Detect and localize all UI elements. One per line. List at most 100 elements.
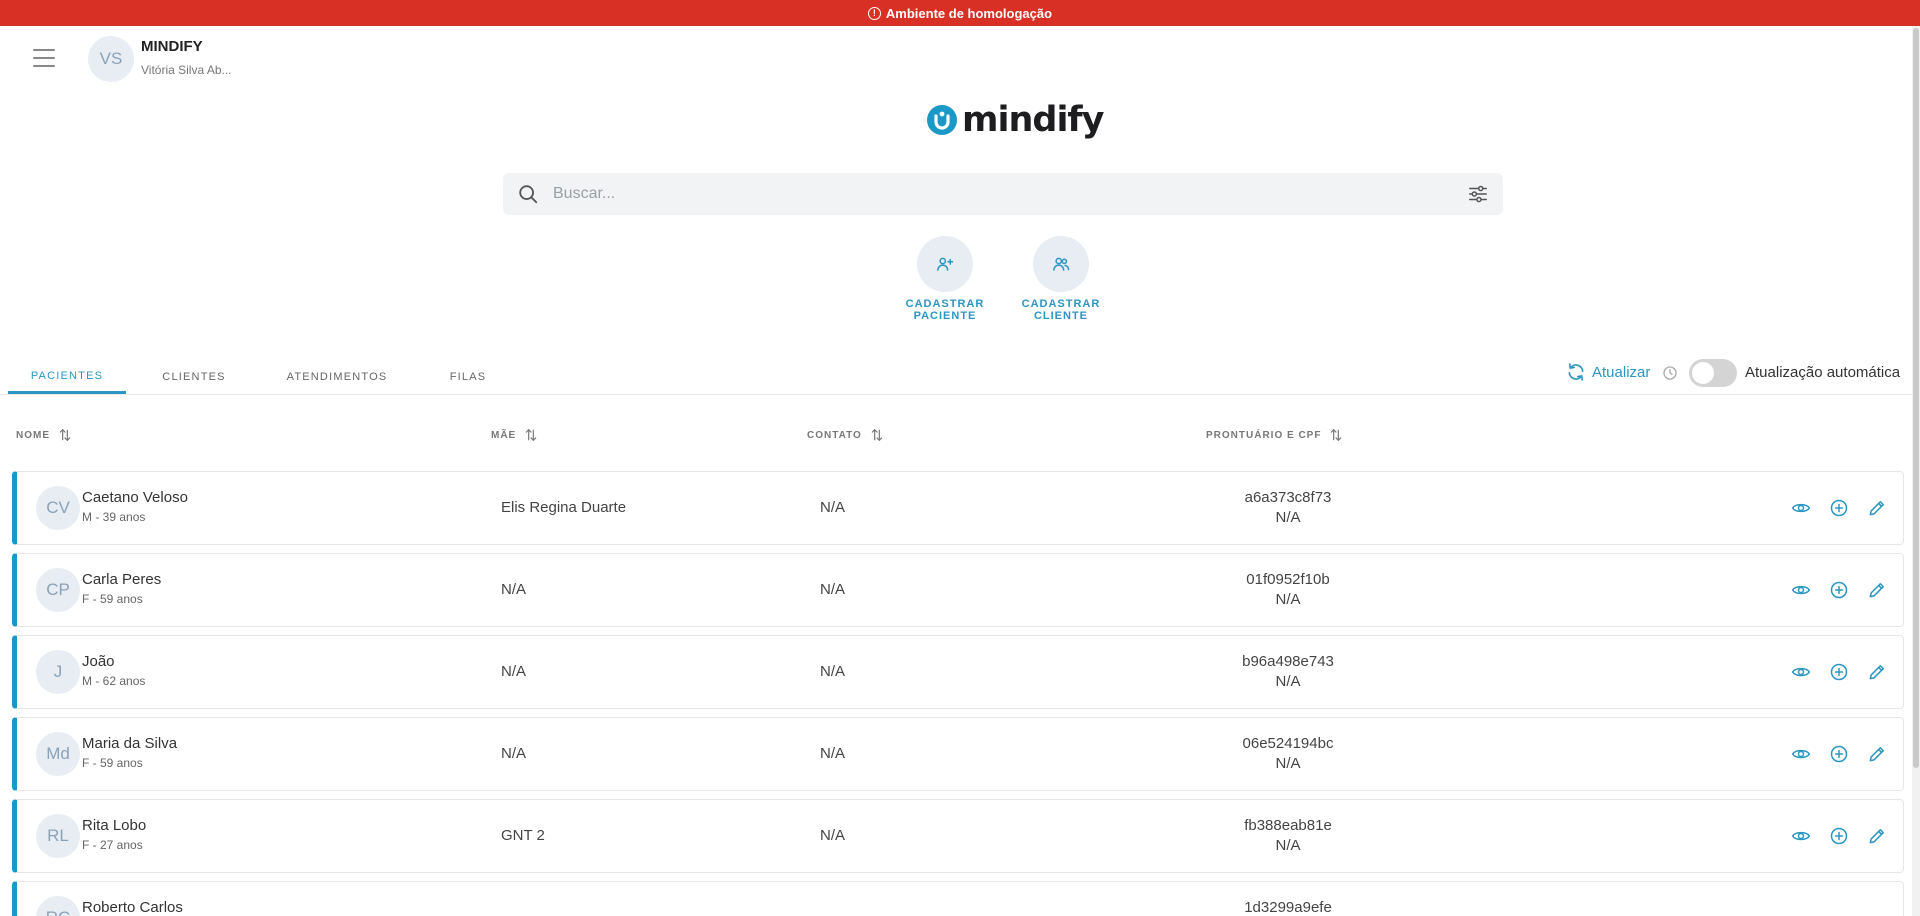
user-name: Vitória Silva Ab...: [141, 63, 232, 77]
view-icon[interactable]: [1791, 744, 1811, 764]
patient-contact: N/A: [820, 827, 846, 844]
column-header-nome[interactable]: NOME: [16, 428, 72, 442]
patient-row[interactable]: RC Roberto Carlos 1d3299a9efe: [12, 881, 1904, 916]
search-bar: [503, 173, 1503, 215]
refresh-label: Atualizar: [1592, 363, 1651, 381]
environment-banner: ! Ambiente de homologação: [0, 0, 1920, 26]
row-actions: [1791, 744, 1887, 764]
add-circle-icon[interactable]: [1829, 826, 1849, 846]
view-icon[interactable]: [1791, 662, 1811, 682]
edit-icon[interactable]: [1867, 826, 1887, 846]
patient-contact: N/A: [820, 745, 846, 762]
patient-row[interactable]: CV Caetano Veloso M - 39 anos Elis Regin…: [12, 471, 1904, 545]
patient-contact: N/A: [820, 663, 846, 680]
patient-avatar: RC: [36, 896, 80, 916]
record-cpf: N/A: [1275, 837, 1301, 854]
patient-row[interactable]: J João M - 62 anos N/A N/A b96a498e743 N/…: [12, 635, 1904, 709]
add-circle-icon[interactable]: [1829, 744, 1849, 764]
patient-record: b96a498e743 N/A: [1113, 652, 1463, 692]
patient-contact: N/A: [820, 499, 846, 516]
record-cpf: N/A: [1275, 591, 1301, 608]
search-input[interactable]: [553, 185, 1467, 203]
logo-wordmark: mindify: [962, 100, 1104, 140]
search-icon: [519, 185, 538, 204]
register-patient-label: CADASTRAR PACIENTE: [905, 298, 985, 322]
register-client-button[interactable]: CADASTRAR CLIENTE: [1011, 236, 1111, 322]
edit-icon[interactable]: [1867, 498, 1887, 518]
patient-record: a6a373c8f73 N/A: [1113, 488, 1463, 528]
patient-name: Carla Peres: [82, 571, 162, 588]
patient-avatar: CV: [36, 486, 80, 530]
register-patient-circle[interactable]: [917, 236, 973, 292]
patient-mother: N/A: [501, 581, 527, 598]
patient-info: F - 27 anos: [82, 838, 143, 852]
edit-icon[interactable]: [1867, 662, 1887, 682]
patient-name: Roberto Carlos: [82, 899, 183, 916]
patient-mother: N/A: [501, 663, 527, 680]
add-circle-icon[interactable]: [1829, 498, 1849, 518]
patient-row[interactable]: RL Rita Lobo F - 27 anos GNT 2 N/A fb388…: [12, 799, 1904, 873]
edit-icon[interactable]: [1867, 580, 1887, 600]
view-icon[interactable]: [1791, 498, 1811, 518]
people-icon: [1053, 257, 1070, 271]
add-circle-icon[interactable]: [1829, 580, 1849, 600]
record-id: 06e524194bc: [1242, 735, 1334, 752]
auto-refresh-label: Atualização automática: [1745, 364, 1901, 381]
patient-name: Caetano Veloso: [82, 489, 188, 506]
record-cpf: N/A: [1275, 509, 1301, 526]
row-actions: [1791, 580, 1887, 600]
filter-sliders-icon[interactable]: [1467, 183, 1489, 205]
view-icon[interactable]: [1791, 826, 1811, 846]
register-patient-button[interactable]: CADASTRAR PACIENTE: [895, 236, 995, 322]
column-header-mae[interactable]: MÃE: [491, 428, 538, 442]
column-header-prontuario[interactable]: PRONTUÁRIO E CPF: [1206, 428, 1343, 442]
auto-refresh-toggle[interactable]: [1689, 359, 1737, 387]
org-name: MINDIFY: [141, 38, 203, 55]
patient-row[interactable]: Md Maria da Silva F - 59 anos N/A N/A 06…: [12, 717, 1904, 791]
view-icon[interactable]: [1791, 580, 1811, 600]
refresh-button[interactable]: Atualizar: [1566, 362, 1650, 382]
tab-filas[interactable]: FILAS: [412, 360, 524, 394]
tab-atendimentos[interactable]: ATENDIMENTOS: [262, 360, 412, 394]
menu-icon[interactable]: [30, 46, 58, 70]
sort-icon: [1331, 428, 1342, 442]
patient-record: fb388eab81e N/A: [1113, 816, 1463, 856]
record-id: 1d3299a9efe: [1244, 899, 1332, 916]
record-cpf: N/A: [1275, 755, 1301, 772]
patient-record: 1d3299a9efe: [1113, 898, 1463, 916]
patient-row[interactable]: CP Carla Peres F - 59 anos N/A N/A 01f09…: [12, 553, 1904, 627]
add-person-icon: [937, 257, 954, 271]
warning-icon: !: [867, 6, 881, 20]
patient-name: Rita Lobo: [82, 817, 147, 834]
patient-record: 06e524194bc N/A: [1113, 734, 1463, 774]
patient-mother: N/A: [501, 745, 527, 762]
row-actions: [1791, 662, 1887, 682]
row-actions: [1791, 826, 1887, 846]
register-client-circle[interactable]: [1033, 236, 1089, 292]
edit-icon[interactable]: [1867, 744, 1887, 764]
patient-mother: GNT 2: [501, 827, 545, 844]
tab-pacientes[interactable]: PACIENTES: [8, 360, 126, 394]
patient-avatar: J: [36, 650, 80, 694]
patient-mother: Elis Regina Duarte: [501, 499, 627, 516]
record-id: 01f0952f10b: [1246, 571, 1330, 588]
sort-icon: [871, 428, 883, 442]
scrollbar-thumb[interactable]: [1913, 28, 1919, 768]
page-scrollbar[interactable]: [1912, 26, 1920, 916]
add-circle-icon[interactable]: [1829, 662, 1849, 682]
patient-info: F - 59 anos: [82, 592, 143, 606]
tab-bar: PACIENTES CLIENTES ATENDIMENTOS FILAS: [8, 360, 524, 394]
user-avatar[interactable]: VS: [88, 36, 134, 82]
patient-info: M - 39 anos: [82, 510, 146, 524]
column-header-contato[interactable]: CONTATO: [807, 428, 884, 442]
tab-clientes[interactable]: CLIENTES: [126, 360, 262, 394]
patient-avatar: Md: [36, 732, 80, 776]
toggle-knob: [1692, 362, 1714, 384]
patient-info: F - 59 anos: [82, 756, 143, 770]
patient-avatar: CP: [36, 568, 80, 612]
sort-icon: [59, 428, 71, 442]
patient-name: Maria da Silva: [82, 735, 178, 752]
sort-icon: [525, 428, 537, 442]
refresh-icon: [1568, 363, 1584, 381]
record-id: a6a373c8f73: [1244, 489, 1332, 506]
